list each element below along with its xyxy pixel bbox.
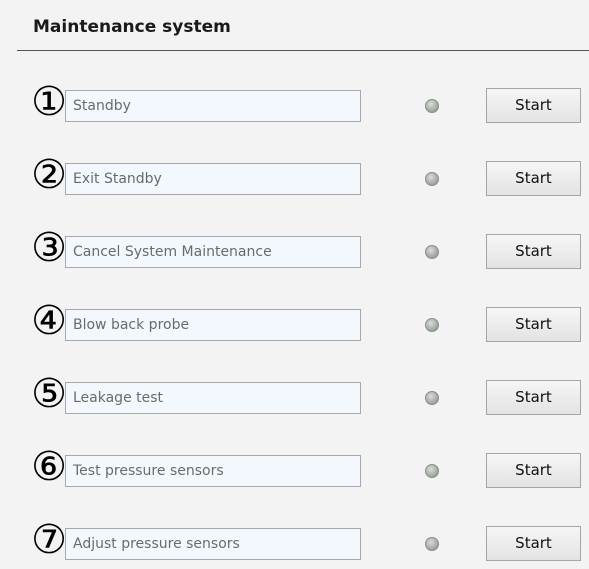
step-label-field: Cancel System Maintenance: [65, 236, 361, 268]
step-label-text: Adjust pressure sensors: [73, 536, 240, 552]
start-button[interactable]: Start: [486, 88, 581, 123]
status-led-icon: [425, 537, 439, 551]
panel-header: Maintenance system: [0, 0, 589, 52]
status-led-icon: [425, 391, 439, 405]
header-divider: [17, 50, 589, 51]
step-label-text: Exit Standby: [73, 171, 162, 187]
step-label-field: Standby: [65, 90, 361, 122]
step-label-text: Test pressure sensors: [73, 463, 224, 479]
step-row-6: ⑥ Test pressure sensors Start: [0, 445, 589, 495]
step-label-field: Blow back probe: [65, 309, 361, 341]
status-led-icon: [425, 318, 439, 332]
step-row-2: ② Exit Standby Start: [0, 153, 589, 203]
step-row-3: ③ Cancel System Maintenance Start: [0, 226, 589, 276]
step-label-text: Leakage test: [73, 390, 164, 406]
start-button[interactable]: Start: [486, 380, 581, 415]
status-led-icon: [425, 172, 439, 186]
start-button[interactable]: Start: [486, 526, 581, 561]
step-row-7: ⑦ Adjust pressure sensors Start: [0, 518, 589, 568]
step-row-1: ① Standby Start: [0, 80, 589, 130]
page-title: Maintenance system: [33, 17, 231, 37]
step-row-4: ④ Blow back probe Start: [0, 299, 589, 349]
status-led-icon: [425, 245, 439, 259]
step-label-field: Exit Standby: [65, 163, 361, 195]
start-button[interactable]: Start: [486, 307, 581, 342]
step-label-field: Leakage test: [65, 382, 361, 414]
start-button[interactable]: Start: [486, 234, 581, 269]
step-label-field: Test pressure sensors: [65, 455, 361, 487]
step-label-text: Cancel System Maintenance: [73, 244, 272, 260]
step-row-5: ⑤ Leakage test Start: [0, 372, 589, 422]
step-label-field: Adjust pressure sensors: [65, 528, 361, 560]
status-led-icon: [425, 99, 439, 113]
status-led-icon: [425, 464, 439, 478]
maintenance-panel: Maintenance system ① Standby Start ② Exi…: [0, 0, 589, 569]
step-label-text: Blow back probe: [73, 317, 190, 333]
start-button[interactable]: Start: [486, 161, 581, 196]
step-label-text: Standby: [73, 98, 131, 114]
start-button[interactable]: Start: [486, 453, 581, 488]
